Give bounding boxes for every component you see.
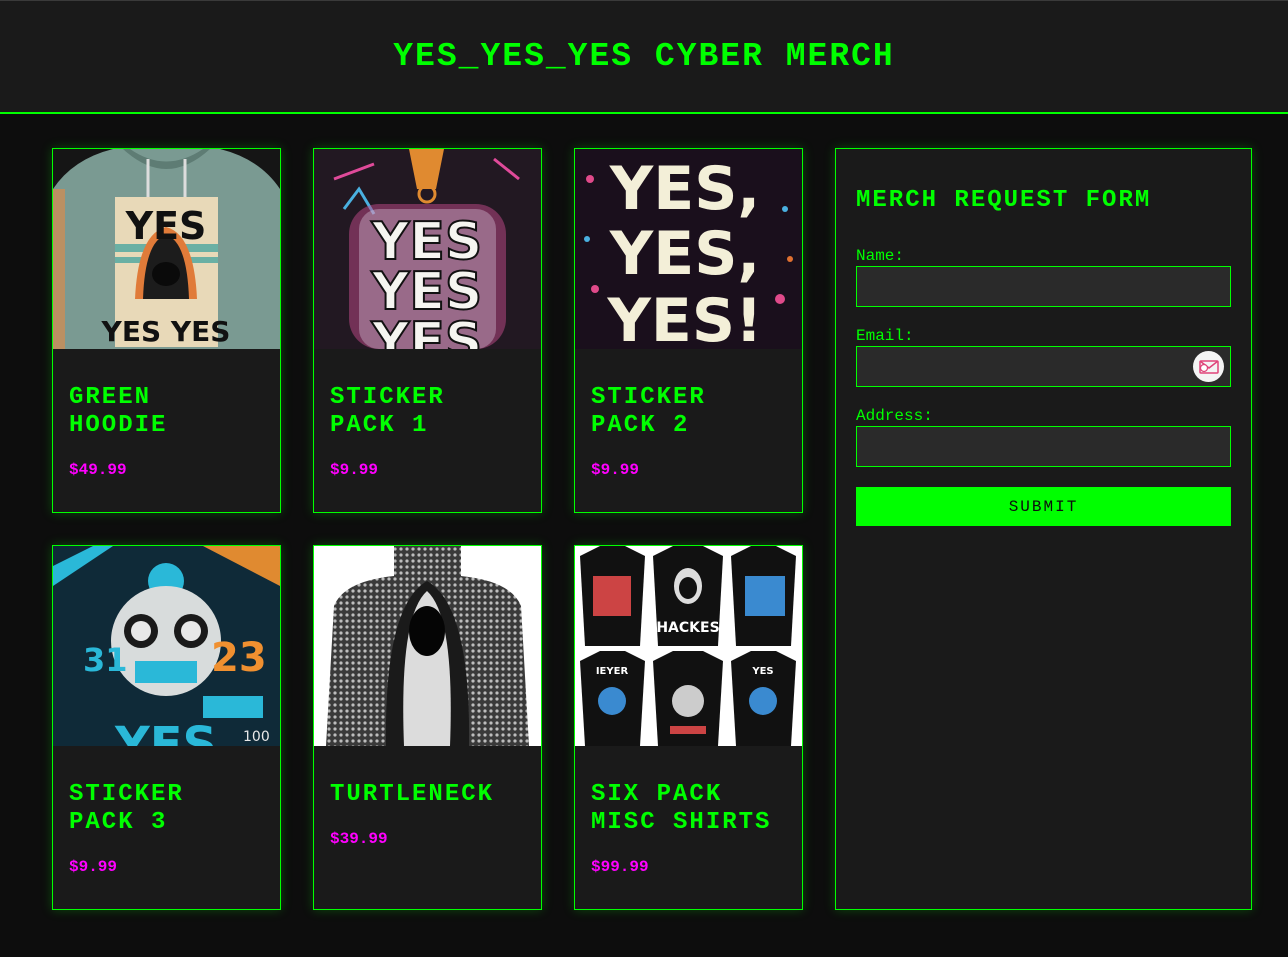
svg-text:YES,: YES, <box>609 219 760 289</box>
svg-text:YES!: YES! <box>606 286 762 349</box>
submit-button[interactable]: SUBMIT <box>856 487 1231 526</box>
email-label: Email: <box>856 327 914 345</box>
site-title: YES_YES_YES CYBER MERCH <box>393 38 895 75</box>
product-price: $39.99 <box>330 830 388 848</box>
sticker-pack-1-image[interactable]: YES YES YES <box>314 149 541 349</box>
product-card[interactable]: 31 23 YES 100 STICKER PACK 3 $9.99 <box>52 545 281 910</box>
form-title: MERCH REQUEST FORM <box>856 187 1152 214</box>
site-header: YES_YES_YES CYBER MERCH <box>0 1 1288 114</box>
sticker-pack-2-image[interactable]: YES, YES, YES! <box>575 149 802 349</box>
name-label: Name: <box>856 247 905 265</box>
sticker3-23-text: 23 <box>211 635 267 681</box>
product-price: $9.99 <box>591 461 640 479</box>
product-price: $9.99 <box>330 461 379 479</box>
product-name: STICKER PACK 1 <box>330 384 445 439</box>
turtleneck-image[interactable] <box>314 546 541 746</box>
product-card[interactable]: YES YES YES STICKER PACK 1 $9.99 <box>313 148 542 513</box>
svg-text:YES: YES <box>371 312 483 349</box>
sticker3-100-text: 100 <box>243 729 270 745</box>
green-hoodie-image[interactable]: YES YES YES <box>53 149 280 349</box>
address-field[interactable] <box>856 426 1231 467</box>
six-pack-shirts-image[interactable]: HACKES IEYER YES <box>575 546 802 746</box>
product-name: TURTLENECK <box>330 781 495 808</box>
product-grid: YES YES YES GREEN HOODIE $49.99 YES YES … <box>52 148 803 910</box>
product-price: $99.99 <box>591 858 649 876</box>
product-price: $49.99 <box>69 461 127 479</box>
shirts-hackes-text: HACKES <box>656 620 719 636</box>
hoodie-yes-text: YES <box>125 204 207 248</box>
hoodie-yesyes-text: YES YES <box>101 315 231 348</box>
email-field[interactable] <box>856 346 1231 387</box>
shirts-yes-text: YES <box>751 666 773 677</box>
sticker3-31-text: 31 <box>83 641 128 679</box>
product-card[interactable]: TURTLENECK $39.99 <box>313 545 542 910</box>
product-name: STICKER PACK 2 <box>591 384 706 439</box>
product-name: GREEN HOODIE <box>69 384 168 439</box>
product-card[interactable]: YES YES YES GREEN HOODIE $49.99 <box>52 148 281 513</box>
shirts-ieyer-text: IEYER <box>596 666 629 677</box>
product-name: STICKER PACK 3 <box>69 781 184 836</box>
sticker3-yes-text: YES <box>114 717 217 746</box>
product-card[interactable]: HACKES IEYER YES SIX PACK MISC SHIRTS $9… <box>574 545 803 910</box>
address-label: Address: <box>856 407 933 425</box>
product-price: $9.99 <box>69 858 118 876</box>
product-card[interactable]: YES, YES, YES! STICKER PACK 2 $9.99 <box>574 148 803 513</box>
merch-request-form: MERCH REQUEST FORM Name: Email: Address:… <box>835 148 1252 910</box>
email-autofill-icon[interactable] <box>1193 351 1224 382</box>
name-field[interactable] <box>856 266 1231 307</box>
sticker-pack-3-image[interactable]: 31 23 YES 100 <box>53 546 280 746</box>
product-name: SIX PACK MISC SHIRTS <box>591 781 772 836</box>
sticker2-yes-text: YES, <box>609 154 760 224</box>
